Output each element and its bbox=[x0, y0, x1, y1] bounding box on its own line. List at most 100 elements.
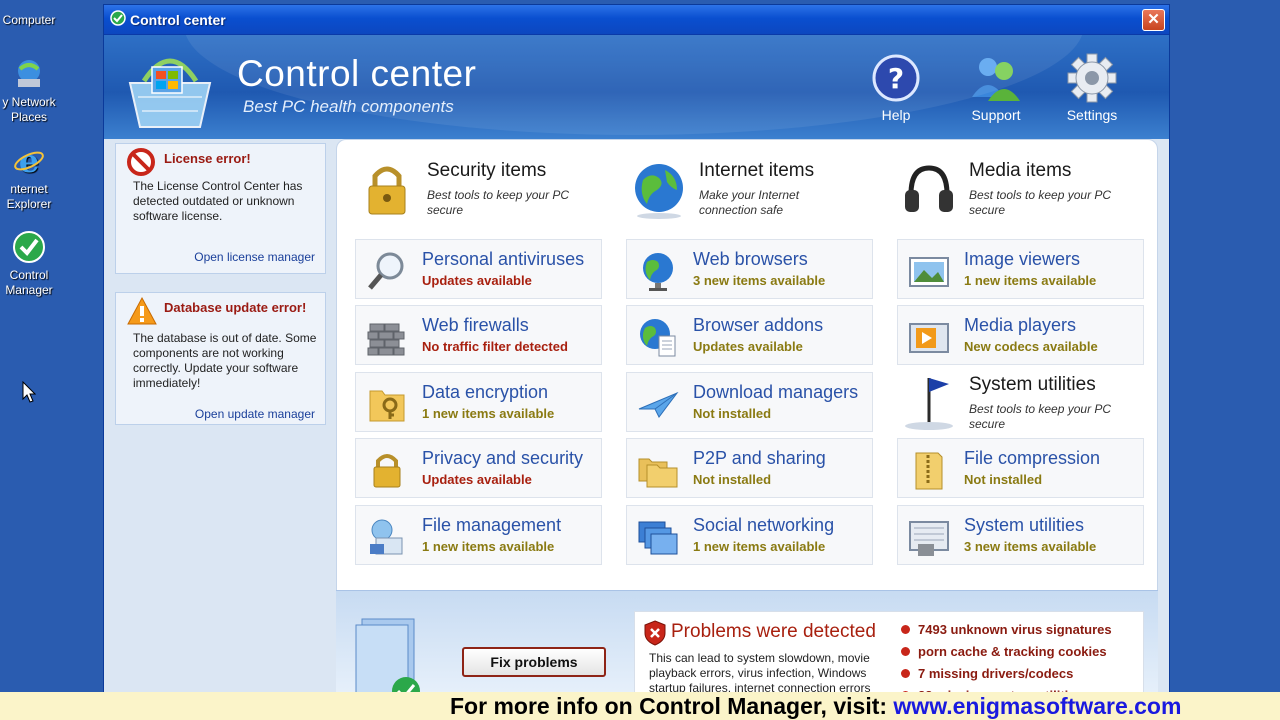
card-title: Privacy and security bbox=[422, 448, 584, 468]
security-items-header: Security items Best tools to keep your P… bbox=[357, 160, 607, 225]
desktop-icon-computer[interactable]: Computer bbox=[0, 13, 64, 28]
open-license-manager-link[interactable]: Open license manager bbox=[194, 250, 315, 264]
footer-banner: For more info on Control Manager, visit:… bbox=[0, 692, 1280, 720]
system-utilities-desc: Best tools to keep your PC secure bbox=[969, 402, 1112, 431]
card-title: Download managers bbox=[693, 382, 859, 402]
card-title: Social networking bbox=[693, 515, 835, 535]
database-error-panel: Database update error! The database is o… bbox=[115, 292, 326, 425]
app-title: Control center bbox=[237, 53, 477, 94]
footer-message: For more info on Control Manager, visit: bbox=[450, 693, 894, 719]
components-panel: Security items Best tools to keep your P… bbox=[336, 139, 1158, 594]
card-image-viewers[interactable]: Image viewers 1 new items available bbox=[897, 239, 1144, 299]
problems-list: 7493 unknown virus signatures porn cache… bbox=[901, 622, 1112, 695]
media-items-header: Media items Best tools to keep your PC s… bbox=[899, 160, 1149, 225]
media-items-desc: Best tools to keep your PC secure bbox=[969, 188, 1112, 217]
help-button[interactable]: ? Help bbox=[856, 53, 936, 123]
card-file-management[interactable]: File management 1 new items available bbox=[355, 505, 602, 565]
database-error-title: Database update error! bbox=[164, 300, 307, 315]
card-status: No traffic filter detected bbox=[422, 339, 568, 354]
problem-item: 7 missing drivers/codecs bbox=[901, 666, 1112, 681]
card-title: P2P and sharing bbox=[693, 448, 826, 468]
card-social-networking[interactable]: Social networking 1 new items available bbox=[626, 505, 873, 565]
card-data-encryption[interactable]: Data encryption 1 new items available bbox=[355, 372, 602, 432]
card-web-browsers[interactable]: Web browsers 3 new items available bbox=[626, 239, 873, 299]
card-title: Data encryption bbox=[422, 382, 549, 402]
security-padlock-icon bbox=[368, 166, 406, 215]
card-status: 1 new items available bbox=[693, 539, 826, 554]
card-status: Not installed bbox=[693, 472, 772, 487]
card-download-managers[interactable]: Download managers Not installed bbox=[626, 372, 873, 432]
desktop-icon-network-places[interactable]: y Network Places bbox=[0, 57, 64, 125]
card-title: File compression bbox=[964, 448, 1101, 468]
card-media-players[interactable]: Media players New codecs available bbox=[897, 305, 1144, 365]
card-privacy-and-security[interactable]: Privacy and security Updates available bbox=[355, 438, 602, 498]
card-status: Updates available bbox=[693, 339, 803, 354]
control-center-window: Control center ✕ Control center Best PC … bbox=[103, 4, 1170, 696]
card-status: Updates available bbox=[422, 472, 532, 487]
title-bar[interactable]: Control center ✕ bbox=[104, 5, 1169, 35]
fix-problems-button[interactable]: Fix problems bbox=[462, 647, 606, 677]
svg-text:e: e bbox=[19, 144, 39, 178]
card-title: Media players bbox=[964, 315, 1077, 335]
network-places-icon bbox=[18, 60, 40, 87]
no-entry-icon bbox=[127, 148, 155, 176]
headphones-icon bbox=[905, 165, 953, 212]
open-update-manager-link[interactable]: Open update manager bbox=[195, 407, 315, 421]
security-items-desc: Best tools to keep your PC secure bbox=[427, 188, 570, 217]
zip-folder-icon bbox=[915, 452, 943, 490]
card-system-utilities[interactable]: System utilities 3 new items available bbox=[897, 505, 1144, 565]
problems-box: Problems were detected This can lead to … bbox=[634, 611, 1144, 695]
padlock-icon bbox=[373, 454, 401, 488]
check-shield-icon bbox=[110, 10, 126, 26]
card-title: File management bbox=[422, 515, 562, 535]
card-file-compression[interactable]: File compression Not installed bbox=[897, 438, 1144, 498]
card-title: System utilities bbox=[964, 515, 1085, 535]
card-status: 1 new items available bbox=[964, 273, 1097, 288]
system-utilities-icon bbox=[909, 521, 949, 556]
close-button[interactable]: ✕ bbox=[1142, 9, 1165, 31]
media-items-title: Media items bbox=[969, 160, 1072, 181]
gear-icon bbox=[1067, 53, 1117, 103]
support-users-icon bbox=[972, 58, 1020, 101]
globe-document-icon bbox=[640, 319, 676, 357]
footer-text: For more info on Control Manager, visit:… bbox=[450, 693, 1181, 720]
header-banner: Control center Best PC health components… bbox=[104, 35, 1169, 139]
windows-icon bbox=[638, 521, 678, 555]
card-status: Not installed bbox=[693, 406, 772, 421]
internet-items-title: Internet items bbox=[699, 160, 815, 181]
card-web-firewalls[interactable]: Web firewalls No traffic filter detected bbox=[355, 305, 602, 365]
settings-button[interactable]: Settings bbox=[1052, 53, 1132, 123]
database-error-body: The database is out of date. Some compon… bbox=[133, 331, 317, 390]
internet-items-header: Internet items Make your Internet connec… bbox=[629, 160, 879, 225]
problem-item: porn cache & tracking cookies bbox=[901, 644, 1112, 659]
card-personal-antiviruses[interactable]: Personal antiviruses Updates available bbox=[355, 239, 602, 299]
settings-label: Settings bbox=[1066, 107, 1118, 123]
support-button[interactable]: Support bbox=[956, 53, 1036, 123]
card-p2p-and-sharing[interactable]: P2P and sharing Not installed bbox=[626, 438, 873, 498]
problems-title: Problems were detected bbox=[671, 621, 876, 642]
card-status: 3 new items available bbox=[964, 539, 1097, 554]
window-title: Control center bbox=[130, 12, 226, 28]
card-status: Updates available bbox=[422, 273, 532, 288]
card-browser-addons[interactable]: Browser addons Updates available bbox=[626, 305, 873, 365]
card-title: Web firewalls bbox=[422, 315, 529, 335]
shopping-basket-logo-icon bbox=[128, 58, 212, 128]
help-label: Help bbox=[881, 107, 911, 123]
security-items-title: Security items bbox=[427, 160, 547, 181]
documents-check-icon bbox=[355, 618, 420, 695]
card-status: Not installed bbox=[964, 472, 1043, 487]
control-manager-icon bbox=[13, 231, 45, 263]
card-status: 3 new items available bbox=[693, 273, 826, 288]
magnifier-icon bbox=[368, 252, 404, 290]
help-icon: ? bbox=[872, 54, 920, 102]
system-utilities-title: System utilities bbox=[969, 374, 1096, 395]
footer-link[interactable]: www.enigmasoftware.com bbox=[893, 693, 1181, 719]
desktop-icon-internet-explorer[interactable]: e nternet Explorer bbox=[0, 144, 64, 212]
internet-globe-icon bbox=[635, 164, 683, 219]
internet-explorer-icon: e bbox=[14, 144, 44, 178]
flag-icon bbox=[905, 378, 953, 430]
card-status: 1 new items available bbox=[422, 406, 555, 421]
svg-text:?: ? bbox=[888, 62, 904, 95]
desktop-icon-label: nternet Explorer bbox=[6, 182, 52, 211]
desktop-icon-control-manager[interactable]: Control Manager bbox=[0, 230, 64, 298]
